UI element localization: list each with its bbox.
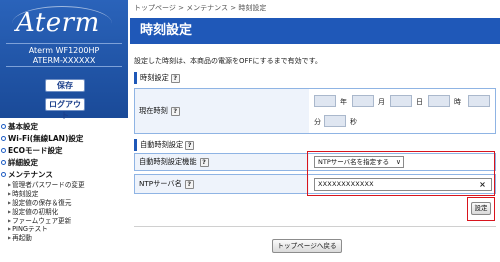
bullet-icon [1,136,6,141]
menu-item-label: メンテナンス [8,170,53,179]
menu-item-maintenance[interactable]: メンテナンス [0,169,128,181]
save-button[interactable]: 保存 [45,79,85,92]
page-title: 時刻設定 [130,18,500,44]
highlight-frame [307,151,495,196]
current-time-label-cell: 現在時刻? [135,89,309,133]
menu-item-label: 詳細設定 [8,158,38,167]
help-icon[interactable]: ? [170,106,180,116]
ntp-server-label-cell: NTPサーバ名? [135,175,309,193]
current-time-fields: 年 月 日 時 分 秒 [310,89,495,133]
logout-button[interactable]: ログアウト [45,98,85,120]
minute-unit: 分 [314,118,321,126]
help-icon[interactable]: ? [170,73,180,83]
breadcrumb[interactable]: トップページ > メンテナンス > 時刻設定 [134,3,266,13]
menu-item-label: ECOモード設定 [8,146,63,155]
section-title: 時刻設定 [140,73,169,82]
submenu-firmware-update[interactable]: ファームウェア更新 [0,217,128,226]
year-unit: 年 [340,98,347,106]
submenu-reboot[interactable]: 再起動 [0,234,128,243]
second-unit: 秒 [350,118,357,126]
menu-item-label: 基本設定 [8,122,38,131]
submenu-admin-password[interactable]: 管理者パスワードの変更 [0,181,128,190]
menu-item-advanced[interactable]: 詳細設定 [0,157,128,169]
time-section-heading: 時刻設定? [134,72,496,84]
second-field[interactable] [324,115,346,127]
menu-item-eco[interactable]: ECOモード設定 [0,145,128,157]
aterm-logo: Aterm [12,6,112,38]
device-name: ATERM-XXXXXX [32,56,96,65]
submenu-backup-restore[interactable]: 設定値の保存＆復元 [0,199,128,208]
auto-time-section-heading: 自動時刻設定? [134,139,496,151]
sidebar-menu: 基本設定 Wi-Fi(無線LAN)設定 ECOモード設定 詳細設定 メンテナンス… [0,121,128,243]
sidebar-header: Aterm Aterm WF1200HP ATERM-XXXXXX 保存 ログア… [0,0,128,120]
divider [134,226,496,227]
page-description: 設定した時刻は、本商品の電源をOFFにするまで有効です。 [134,57,322,65]
hour-unit: 時 [454,98,461,106]
help-icon[interactable]: ? [184,179,194,189]
bullet-icon [1,124,6,129]
minute-field-start[interactable] [468,95,490,107]
month-unit: 月 [378,98,385,106]
year-field[interactable] [314,95,336,107]
day-field[interactable] [390,95,412,107]
menu-item-basic[interactable]: 基本設定 [0,121,128,133]
month-field[interactable] [352,95,374,107]
sidebar: Aterm Aterm WF1200HP ATERM-XXXXXX 保存 ログア… [0,0,128,262]
auto-time-function-label: 自動時刻設定機能 [139,157,197,166]
section-title: 自動時刻設定 [140,140,184,149]
menu-item-label: Wi-Fi(無線LAN)設定 [8,134,84,143]
current-time-row: 現在時刻? 年 月 日 時 分 秒 [134,88,496,134]
menu-item-wifi[interactable]: Wi-Fi(無線LAN)設定 [0,133,128,145]
back-to-top-button[interactable]: トップページへ戻る [272,239,342,253]
help-icon[interactable]: ? [185,140,195,150]
bullet-icon [1,148,6,153]
bullet-icon [1,172,6,177]
auto-time-function-label-cell: 自動時刻設定機能? [135,154,309,170]
hour-field[interactable] [428,95,450,107]
help-icon[interactable]: ? [199,157,209,167]
current-time-label: 現在時刻 [139,106,168,115]
model-info: Aterm WF1200HP ATERM-XXXXXX [6,43,122,67]
submenu-ping-test[interactable]: PINGテスト [0,225,128,234]
bullet-icon [1,160,6,165]
model-name: Aterm WF1200HP [28,46,100,55]
set-button[interactable]: 設定 [471,202,491,215]
day-unit: 日 [416,98,423,106]
ntp-server-label: NTPサーバ名 [139,179,182,188]
submenu-time-setting[interactable]: 時刻設定 [0,190,128,199]
set-button-highlight: 設定 [467,197,495,221]
submenu-factory-reset[interactable]: 設定値の初期化 [0,208,128,217]
